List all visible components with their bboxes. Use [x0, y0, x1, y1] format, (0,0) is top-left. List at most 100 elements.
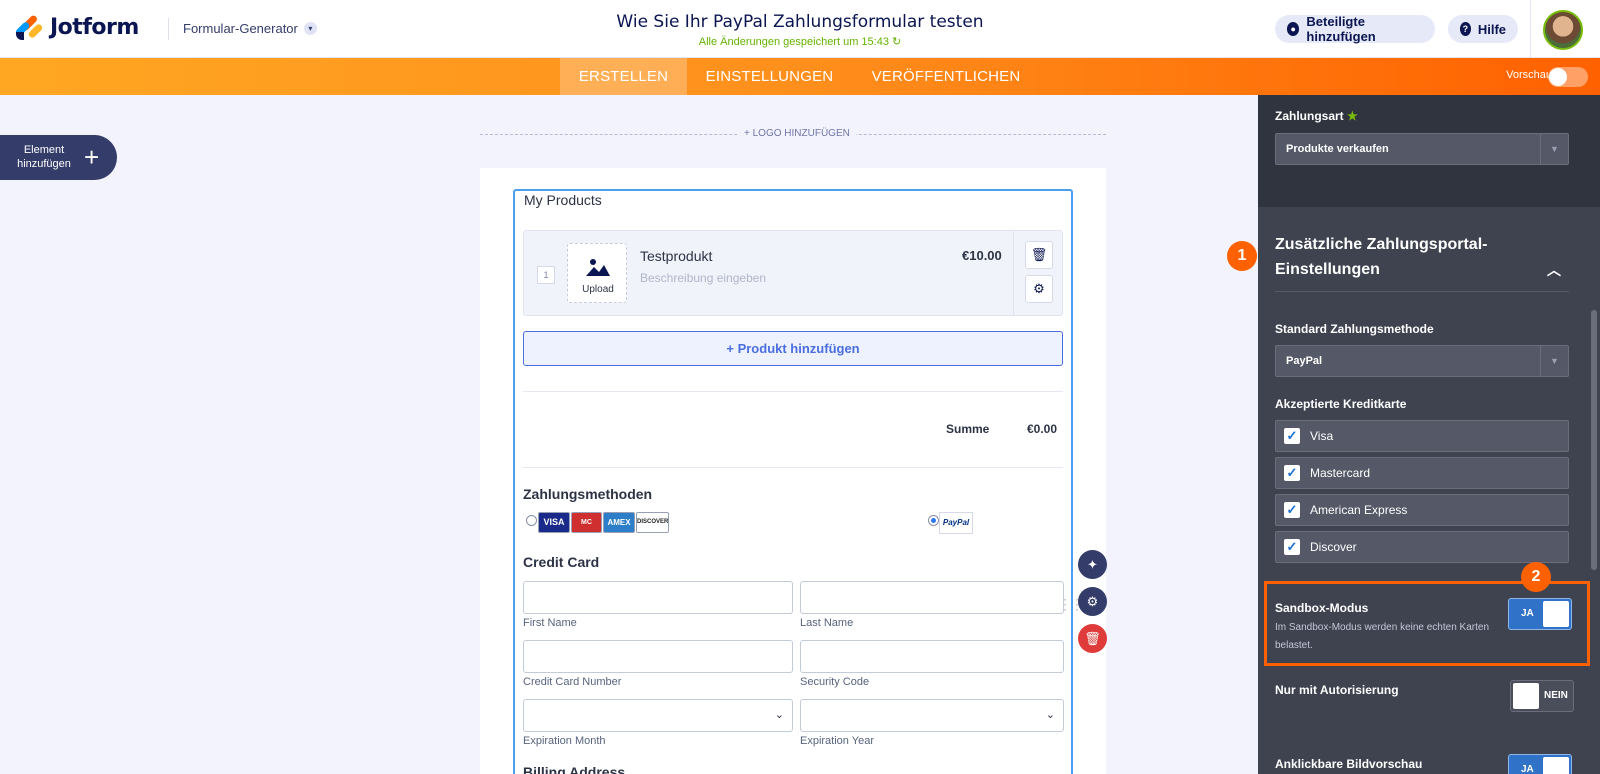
payment-methods-title: Zahlungsmethoden: [523, 486, 653, 502]
add-element-label: Element hinzufügen: [17, 144, 71, 170]
card-option-label: Visa: [1310, 429, 1334, 443]
product-name[interactable]: Testprodukt: [640, 248, 712, 264]
preview-label: Vorschau: [1506, 69, 1552, 81]
divider: [523, 391, 1063, 392]
payment-type-label: Zahlungsart ★: [1275, 109, 1358, 123]
product-price[interactable]: €10.00: [962, 248, 1002, 263]
gear-icon: ⚙: [1086, 594, 1099, 609]
auth-only-toggle-state: NEIN: [1544, 690, 1568, 701]
sum-label: Summe: [946, 422, 990, 436]
avatar[interactable]: [1543, 10, 1583, 50]
default-method-select[interactable]: PayPal ▼: [1275, 345, 1569, 377]
help-label: Hilfe: [1477, 21, 1506, 37]
visa-logo: VISA: [538, 512, 570, 533]
chevron-down-icon: ⌄: [774, 709, 784, 721]
mastercard-logo: MC: [571, 512, 602, 533]
products-label: My Products: [524, 192, 602, 208]
exp-month-select[interactable]: ⌄: [523, 699, 793, 732]
builder-menu[interactable]: Formular-Generator ▾: [183, 21, 317, 36]
gear-icon: ⚙: [1033, 281, 1045, 296]
preview-toggle[interactable]: [1548, 67, 1588, 87]
add-participants-button[interactable]: ● Beteiligte hinzufügen: [1275, 14, 1435, 44]
checkbox-checked-icon[interactable]: ✓: [1284, 502, 1300, 518]
card-option-amex[interactable]: ✓ American Express: [1275, 494, 1569, 526]
user-icon: ●: [1287, 22, 1300, 36]
card-option-label: Mastercard: [1310, 466, 1371, 480]
checkbox-checked-icon[interactable]: ✓: [1284, 428, 1300, 444]
checkbox-checked-icon[interactable]: ✓: [1284, 465, 1300, 481]
paypal-logo: PayPal: [939, 512, 973, 534]
chevron-down-icon: ▾: [303, 22, 317, 35]
annotation-badge-1: 1: [1227, 241, 1257, 271]
card-option-visa[interactable]: ✓ Visa: [1275, 420, 1569, 452]
first-name-label: First Name: [523, 617, 577, 629]
last-name-label: Last Name: [800, 617, 854, 629]
discover-logo: DISCOVER: [636, 512, 669, 533]
default-method-value: PayPal: [1286, 355, 1323, 367]
section-divider: [1275, 291, 1569, 292]
jotform-logo-icon: [14, 14, 44, 40]
divider: [523, 467, 1063, 468]
builder-nav: ERSTELLEN EINSTELLUNGEN VERÖFFENTLICHEN …: [0, 58, 1600, 95]
trash-icon: 🗑: [1084, 631, 1101, 646]
accepted-cards-label: Akzeptierte Kreditkarte: [1275, 397, 1407, 411]
cc-number-label: Credit Card Number: [523, 676, 622, 688]
product-image-upload[interactable]: Upload: [567, 243, 627, 303]
last-name-input[interactable]: [800, 581, 1064, 614]
chevron-down-icon: ⌄: [1045, 709, 1055, 721]
product-quantity[interactable]: 1: [537, 266, 555, 284]
auth-only-toggle[interactable]: NEIN: [1510, 680, 1574, 712]
help-button[interactable]: ? Hilfe: [1448, 15, 1518, 43]
add-product-button[interactable]: + Produkt hinzufügen: [523, 331, 1063, 366]
card-option-label: American Express: [1310, 503, 1408, 517]
jotform-logo[interactable]: Jotform: [14, 14, 139, 40]
wand-icon: ✦: [1087, 557, 1098, 572]
delete-product-button[interactable]: 🗑: [1025, 241, 1053, 269]
amex-logo: AMEX: [603, 512, 635, 533]
exp-year-select[interactable]: ⌄: [800, 699, 1064, 732]
header-divider-right: [1530, 0, 1531, 58]
top-header: Jotform Formular-Generator ▾ Wie Sie Ihr…: [0, 0, 1600, 58]
credit-card-radio[interactable]: [526, 515, 537, 526]
card-option-mastercard[interactable]: ✓ Mastercard: [1275, 457, 1569, 489]
sandbox-label: Sandbox-Modus: [1275, 601, 1369, 615]
add-logo-button[interactable]: + LOGO HINZUFÜGEN: [738, 128, 856, 139]
product-settings-button[interactable]: ⚙: [1025, 275, 1053, 303]
auth-only-label: Nur mit Autorisierung: [1275, 683, 1399, 697]
chevron-down-icon: ▼: [1540, 346, 1568, 376]
sandbox-toggle[interactable]: JA: [1508, 598, 1572, 630]
panel-scrollbar[interactable]: [1591, 310, 1597, 570]
checkbox-checked-icon[interactable]: ✓: [1284, 539, 1300, 555]
tab-erstellen[interactable]: ERSTELLEN: [560, 58, 687, 95]
image-icon: [586, 259, 610, 276]
refresh-icon: ↻: [892, 36, 902, 48]
sandbox-toggle-state: JA: [1521, 608, 1534, 619]
security-code-input[interactable]: [800, 640, 1064, 673]
delete-field-button[interactable]: 🗑: [1078, 624, 1107, 653]
card-option-discover[interactable]: ✓ Discover: [1275, 531, 1569, 563]
exp-year-label: Expiration Year: [800, 735, 874, 747]
clickable-preview-toggle[interactable]: JA: [1508, 754, 1572, 774]
clickable-preview-state: JA: [1521, 764, 1534, 774]
form-title[interactable]: Wie Sie Ihr PayPal Zahlungsformular test…: [500, 12, 1100, 32]
payment-type-select[interactable]: Produkte verkaufen ▼: [1275, 133, 1569, 165]
section-heading: Zusätzliche Zahlungsportal-Einstellungen: [1275, 236, 1488, 278]
product-description[interactable]: Beschreibung eingeben: [640, 271, 766, 285]
first-name-input[interactable]: [523, 581, 793, 614]
help-icon: ?: [1460, 22, 1471, 36]
add-participants-label: Beteiligte hinzufügen: [1306, 14, 1376, 44]
magic-wand-button[interactable]: ✦: [1078, 550, 1107, 579]
chevron-up-icon[interactable]: ︿: [1547, 260, 1561, 280]
add-element-button[interactable]: Element hinzufügen +: [0, 135, 117, 180]
field-settings-button[interactable]: ⚙: [1078, 587, 1107, 616]
tab-veroeffentlichen[interactable]: VERÖFFENTLICHEN: [862, 58, 1030, 95]
save-status-text: Alle Änderungen gespeichert um 15:43: [698, 36, 889, 48]
chevron-down-icon: ▼: [1540, 134, 1568, 164]
cc-number-input[interactable]: [523, 640, 793, 673]
card-option-label: Discover: [1310, 540, 1357, 554]
paypal-radio[interactable]: [928, 515, 939, 526]
payment-type-label-text: Zahlungsart: [1275, 109, 1344, 123]
tab-einstellungen[interactable]: EINSTELLUNGEN: [697, 58, 842, 95]
required-star-icon: ★: [1347, 109, 1358, 123]
credit-card-title: Credit Card: [523, 554, 600, 570]
